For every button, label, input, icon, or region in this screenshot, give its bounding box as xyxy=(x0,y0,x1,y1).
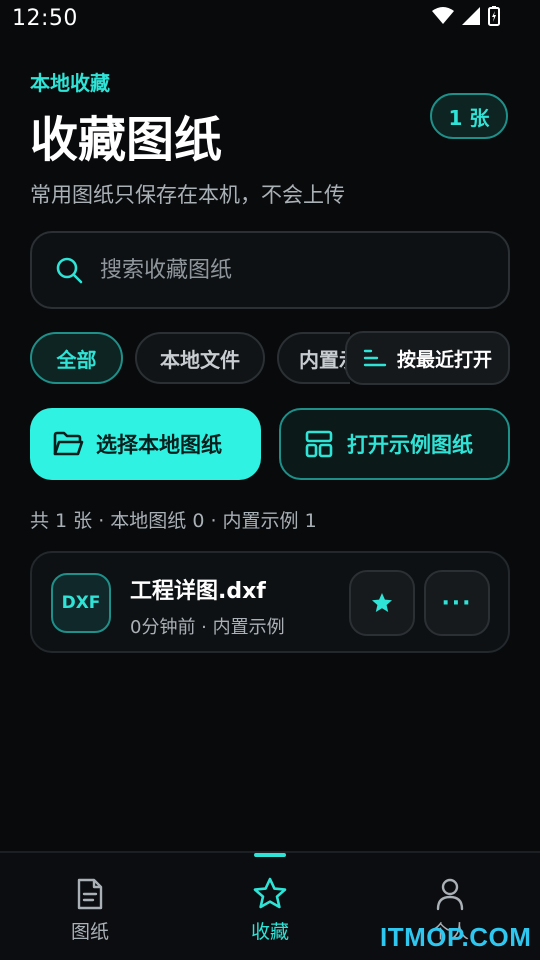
nav-label-drawings: 图纸 xyxy=(70,921,109,943)
filter-chip-row: 全部 本地文件 内置示例 xyxy=(30,332,350,386)
page-subtitle: 常用图纸只保存在本机，不会上传 xyxy=(30,183,345,207)
search-input[interactable] xyxy=(98,256,482,284)
folder-open-icon xyxy=(53,431,84,456)
chip-all[interactable]: 全部 xyxy=(30,332,123,384)
person-icon xyxy=(436,878,464,911)
nav-item-favorites[interactable]: 收藏 xyxy=(180,853,360,960)
open-sample-label: 打开示例图纸 xyxy=(347,433,473,457)
nav-label-favorites: 收藏 xyxy=(250,921,289,943)
favorite-button[interactable] xyxy=(349,570,415,636)
signal-icon xyxy=(462,7,480,25)
stats-summary: 共 1 张 · 本地图纸 0 · 内置示例 1 xyxy=(30,510,317,532)
document-icon xyxy=(77,878,103,910)
sort-icon xyxy=(363,349,387,367)
section-label: 本地收藏 xyxy=(30,71,110,95)
star-outline-icon xyxy=(253,877,287,909)
layout-icon xyxy=(305,430,333,458)
file-meta: 0分钟前 · 内置示例 xyxy=(130,617,285,638)
chip-local-files[interactable]: 本地文件 xyxy=(135,332,265,384)
status-icons xyxy=(432,6,500,26)
status-time: 12:50 xyxy=(12,6,78,31)
file-type-badge: DXF xyxy=(51,573,111,633)
nav-item-drawings[interactable]: 图纸 xyxy=(0,853,180,960)
wifi-icon xyxy=(432,7,454,24)
search-box[interactable] xyxy=(30,231,510,309)
count-badge: 1 张 xyxy=(430,93,508,139)
watermark-text: ITMOP.COM xyxy=(380,922,532,952)
nav-active-indicator xyxy=(254,853,286,857)
battery-icon xyxy=(488,6,500,26)
sort-button[interactable]: 按最近打开 xyxy=(345,331,510,385)
file-card[interactable]: DXF 工程详图.dxf 0分钟前 · 内置示例 ··· xyxy=(30,551,510,653)
chip-builtin-samples[interactable]: 内置示例 xyxy=(277,332,350,384)
page-title: 收藏图纸 xyxy=(30,112,223,168)
search-icon xyxy=(56,257,83,284)
more-button[interactable]: ··· xyxy=(424,570,490,636)
sort-label: 按最近打开 xyxy=(397,348,493,371)
file-name: 工程详图.dxf xyxy=(130,579,266,604)
pick-local-drawing-button[interactable]: 选择本地图纸 xyxy=(30,408,261,480)
star-filled-icon xyxy=(372,593,392,612)
pick-local-label: 选择本地图纸 xyxy=(96,433,222,457)
open-sample-drawing-button[interactable]: 打开示例图纸 xyxy=(279,408,510,480)
